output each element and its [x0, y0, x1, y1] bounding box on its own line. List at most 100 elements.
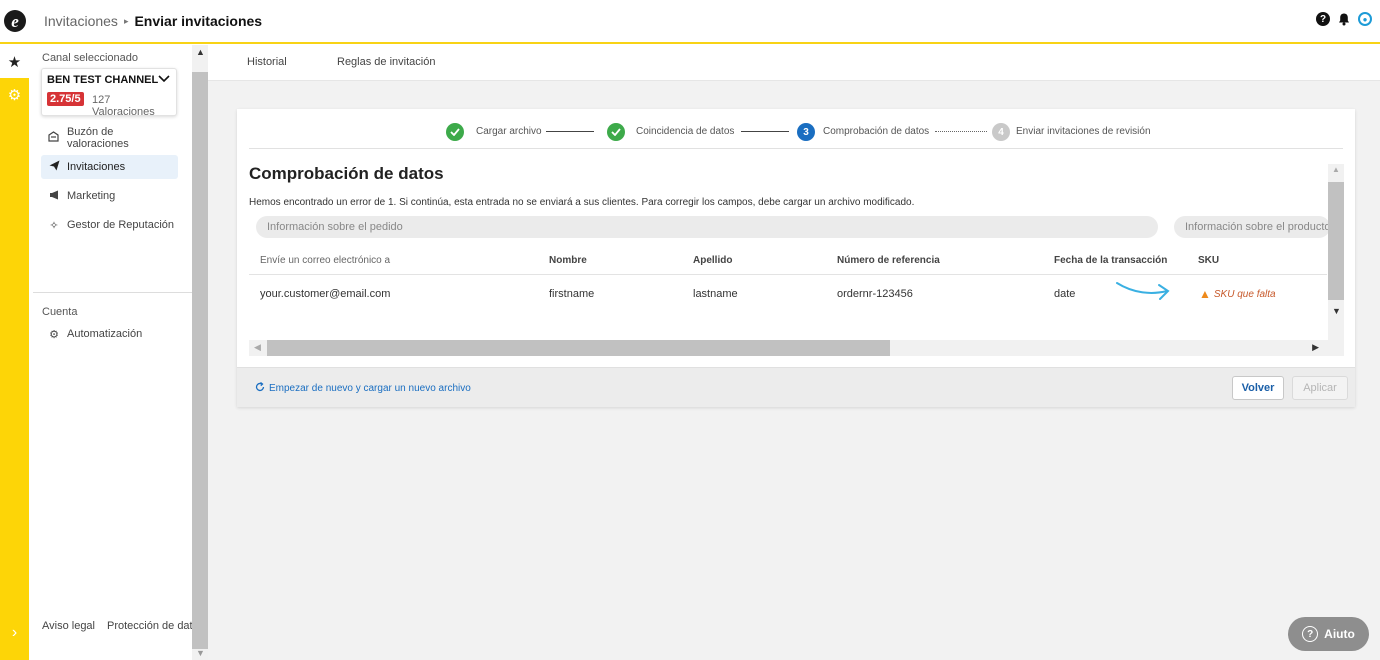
- tab-reglas[interactable]: Reglas de invitación: [337, 56, 435, 68]
- account-label: Cuenta: [42, 306, 78, 318]
- step-label-upload: Cargar archivo: [476, 126, 542, 137]
- sidebar-item-label: Marketing: [67, 190, 116, 202]
- sidebar-item-marketing[interactable]: Marketing: [41, 184, 178, 208]
- scroll-up-icon[interactable]: ▲: [1332, 165, 1340, 174]
- channel-selector[interactable]: BEN TEST CHANNEL 2.75/5 127 Valoraciones: [41, 68, 177, 118]
- stepper: Cargar archivo Coincidencia de datos 3 C…: [249, 109, 1343, 149]
- privacy-link[interactable]: Protección de datos: [107, 620, 204, 632]
- scroll-down-icon[interactable]: ▼: [196, 648, 205, 658]
- help-button[interactable]: ? Aiuto: [1288, 617, 1369, 651]
- trusted-shops-logo[interactable]: e: [0, 0, 30, 43]
- scroll-left-icon[interactable]: ◀: [254, 342, 261, 353]
- step-number-3: 3: [797, 123, 815, 141]
- check-icon: [446, 123, 464, 141]
- step-label-matching: Coincidencia de datos: [636, 126, 735, 137]
- app-rail: ★ ⚙ ›: [0, 45, 29, 660]
- table-vertical-scrollbar[interactable]: ▲ ▼: [1328, 164, 1344, 340]
- logo-icon: e: [4, 10, 26, 32]
- check-icon: [607, 123, 625, 141]
- scroll-down-icon[interactable]: ▼: [1332, 306, 1341, 316]
- apply-button[interactable]: Aplicar: [1292, 376, 1348, 400]
- channel-name: BEN TEST CHANNEL: [47, 74, 159, 86]
- help-button-label: Aiuto: [1324, 627, 1355, 641]
- group-order-info: Información sobre el pedido: [256, 216, 1158, 238]
- main-content: Historial Reglas de invitación Cargar ar…: [208, 45, 1380, 660]
- sidebar-item-buzon[interactable]: Buzón de valoraciones: [41, 126, 178, 150]
- sidebar-divider: [33, 292, 192, 293]
- scrollbar-thumb[interactable]: [267, 340, 890, 356]
- breadcrumb-parent[interactable]: Invitaciones: [44, 13, 118, 29]
- card-footer: Empezar de nuevo y cargar un nuevo archi…: [237, 367, 1355, 407]
- legal-link[interactable]: Aviso legal: [42, 620, 95, 632]
- restart-label: Empezar de nuevo y cargar un nuevo archi…: [269, 383, 471, 394]
- header-actions: ? ●: [1316, 12, 1372, 26]
- step-label-send: Enviar invitaciones de revisión: [1016, 126, 1151, 137]
- inbox-icon: [41, 131, 67, 145]
- breadcrumb-current: Enviar invitaciones: [134, 13, 263, 29]
- cell-reference: ordernr-123456: [837, 288, 913, 300]
- column-header-reference: Número de referencia: [837, 255, 940, 266]
- chevron-down-icon: [158, 74, 170, 86]
- cell-firstname: firstname: [549, 288, 595, 300]
- cell-lastname: lastname: [693, 288, 738, 300]
- sidebar-item-label: Buzón de valoraciones: [66, 126, 129, 150]
- column-header-email: Envíe un correo electrónico a: [260, 255, 391, 266]
- channel-label: Canal seleccionado: [42, 52, 139, 64]
- sidebar-item-label: Gestor de Reputación: [67, 219, 175, 231]
- gears-icon: ⚙: [49, 328, 59, 341]
- megaphone-icon: [41, 190, 67, 203]
- section-title: Comprobación de datos: [249, 164, 444, 183]
- warning-icon: ▲: [1199, 287, 1211, 301]
- breadcrumb: Invitaciones ▸ Enviar invitaciones: [44, 13, 262, 29]
- question-icon: ?: [1302, 626, 1319, 642]
- step-connector: [741, 131, 789, 132]
- sku-missing-warning: ▲ SKU que falta: [1199, 287, 1276, 301]
- back-button[interactable]: Volver: [1232, 376, 1284, 400]
- scroll-right-icon[interactable]: ▶: [1312, 342, 1319, 353]
- sidebar-footer: Aviso legal Protección de datos: [42, 620, 204, 632]
- arrow-annotation-icon: [1116, 282, 1170, 300]
- scroll-up-icon[interactable]: ▲: [196, 47, 205, 57]
- gear-icon[interactable]: ⚙: [0, 78, 29, 111]
- sidebar: Canal seleccionado BEN TEST CHANNEL 2.75…: [29, 45, 204, 660]
- column-header-firstname: Nombre: [549, 255, 587, 266]
- help-icon[interactable]: ?: [1316, 12, 1330, 26]
- sparkle-icon: ✧: [49, 219, 59, 232]
- step-number-4: 4: [992, 123, 1010, 141]
- sku-warning-text: SKU que falta: [1213, 288, 1276, 300]
- restart-upload-link[interactable]: Empezar de nuevo y cargar un nuevo archi…: [255, 381, 471, 395]
- sidebar-scrollbar[interactable]: ▲ ▼: [192, 45, 208, 660]
- data-check-card: Cargar archivo Coincidencia de datos 3 C…: [237, 109, 1355, 407]
- step-connector: [546, 131, 594, 132]
- star-icon[interactable]: ★: [0, 45, 29, 78]
- tab-bar: Historial Reglas de invitación: [208, 45, 1380, 81]
- refresh-icon: [255, 381, 265, 395]
- cell-date: date: [1054, 288, 1076, 300]
- scrollbar-thumb[interactable]: [1328, 182, 1344, 300]
- group-product-info: Información sobre el producto: [1174, 216, 1330, 238]
- rating-count: 127 Valoraciones: [92, 94, 155, 118]
- step-connector: [935, 131, 987, 132]
- breadcrumb-separator-icon: ▸: [123, 15, 129, 26]
- column-header-lastname: Apellido: [693, 255, 733, 266]
- error-message: Hemos encontrado un error de 1. Si conti…: [249, 197, 915, 208]
- tab-historial[interactable]: Historial: [247, 56, 287, 68]
- column-header-date: Fecha de la transacción: [1054, 255, 1168, 266]
- step-label-check: Comprobación de datos: [823, 126, 930, 137]
- top-bar: e Invitaciones ▸ Enviar invitaciones ? ●: [0, 0, 1380, 44]
- user-icon[interactable]: ●: [1358, 12, 1372, 26]
- table-divider: [249, 274, 1327, 275]
- column-header-sku: SKU: [1198, 255, 1220, 266]
- sidebar-item-label: Automatización: [67, 328, 143, 340]
- scrollbar-thumb[interactable]: [192, 72, 208, 649]
- chevron-right-icon[interactable]: ›: [0, 624, 29, 642]
- bell-icon[interactable]: [1337, 12, 1351, 26]
- paper-plane-icon: [41, 160, 67, 174]
- sidebar-item-invitaciones[interactable]: Invitaciones: [41, 155, 178, 179]
- sidebar-item-label: Invitaciones: [67, 161, 126, 173]
- rating-badge: 2.75/5: [47, 92, 84, 106]
- cell-email: your.customer@email.com: [260, 288, 391, 300]
- sidebar-item-automatizacion[interactable]: ⚙ Automatización: [41, 322, 178, 346]
- sidebar-item-gestor[interactable]: ✧ Gestor de Reputación: [41, 213, 178, 237]
- table-horizontal-scrollbar[interactable]: ◀ ▶: [249, 340, 1344, 356]
